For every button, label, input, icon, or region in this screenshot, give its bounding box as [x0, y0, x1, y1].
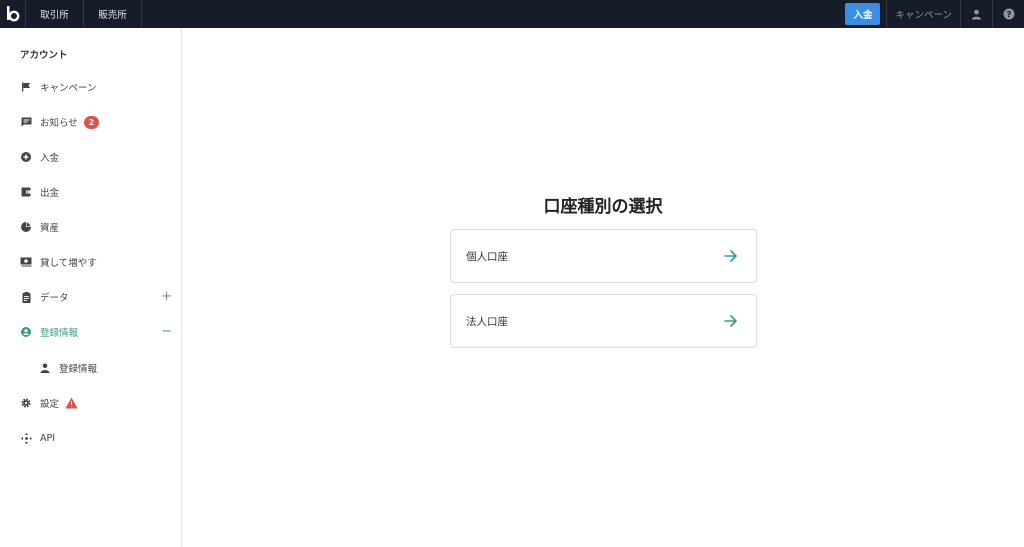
sidebar-item-lending[interactable]: 貸して増やす — [20, 252, 172, 272]
sidebar-item-data[interactable]: データ + — [20, 287, 172, 307]
sidebar-item-label: 資産 — [40, 223, 60, 234]
money-icon — [20, 256, 32, 268]
sidebar-item-assets[interactable]: 資産 — [20, 217, 172, 237]
message-icon — [20, 116, 32, 128]
sidebar-subitem-registration[interactable]: 登録情報 — [39, 358, 172, 378]
sidebar-item-registration[interactable]: 登録情報 − — [20, 322, 172, 342]
api-icon — [20, 432, 32, 444]
account-circle-icon — [20, 326, 32, 338]
sidebar-item-label: データ — [40, 293, 69, 304]
user-icon[interactable] — [960, 0, 992, 28]
individual-account-card[interactable]: 個人口座 — [450, 229, 757, 283]
arrow-right-icon — [724, 315, 738, 327]
plus-circle-icon — [20, 151, 32, 163]
warning-icon — [65, 397, 78, 409]
tab-sales[interactable]: 販売所 — [84, 0, 142, 28]
wallet-icon — [20, 186, 32, 198]
notification-badge: 2 — [83, 115, 100, 129]
sidebar-item-label: 入金 — [40, 153, 60, 164]
sidebar-item-news[interactable]: お知らせ 2 — [20, 112, 172, 132]
tab-exchange[interactable]: 取引所 — [26, 0, 84, 28]
gear-icon — [20, 397, 32, 409]
svg-text:?: ? — [1006, 10, 1011, 19]
sidebar: アカウント キャンペーン お知らせ 2 入金 出金 資産 貸して増やす データ … — [0, 28, 182, 547]
sidebar-item-label: 登録情報 — [59, 364, 98, 375]
header-campaign-link[interactable]: キャンペーン — [886, 0, 960, 28]
flag-icon — [20, 81, 32, 93]
sidebar-item-withdrawal[interactable]: 出金 — [20, 182, 172, 202]
top-navigation-bar: 取引所 販売所 入金 キャンペーン ? — [0, 0, 1024, 28]
expand-icon[interactable]: + — [161, 290, 172, 303]
sidebar-item-label: 貸して増やす — [40, 258, 97, 269]
sidebar-item-settings[interactable]: 設定 — [20, 393, 172, 413]
card-label: 法人口座 — [466, 315, 508, 328]
header-deposit-button[interactable]: 入金 — [845, 3, 881, 25]
b-logo-icon[interactable] — [0, 0, 26, 28]
page-title: 口座種別の選択 — [543, 197, 663, 217]
person-icon — [39, 362, 51, 374]
sidebar-item-label: お知らせ — [40, 118, 78, 129]
collapse-icon[interactable]: − — [161, 325, 172, 338]
sidebar-item-label: 設定 — [40, 399, 60, 410]
sidebar-item-label: 登録情報 — [40, 328, 79, 339]
card-label: 個人口座 — [466, 250, 508, 263]
arrow-right-icon — [724, 250, 738, 262]
pie-chart-icon — [20, 221, 32, 233]
help-icon[interactable]: ? — [992, 0, 1024, 28]
sidebar-item-api[interactable]: API — [20, 428, 172, 448]
sidebar-item-label: キャンペーン — [40, 83, 97, 94]
sidebar-item-deposit[interactable]: 入金 — [20, 147, 172, 167]
sidebar-item-label: 出金 — [40, 188, 60, 199]
corporate-account-card[interactable]: 法人口座 — [450, 294, 757, 348]
sidebar-title: アカウント — [20, 50, 68, 61]
clipboard-icon — [20, 291, 32, 303]
sidebar-item-label: API — [40, 432, 56, 444]
sidebar-item-campaign[interactable]: キャンペーン — [20, 77, 172, 97]
